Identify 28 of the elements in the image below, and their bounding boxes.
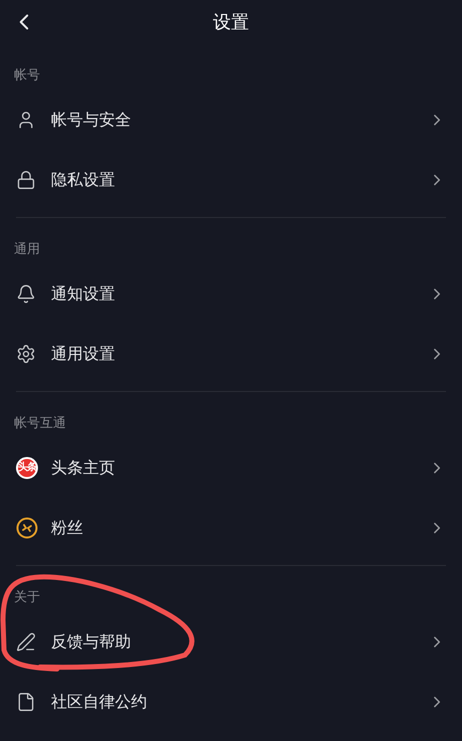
- settings-row[interactable]: 通知设置: [0, 264, 462, 324]
- settings-row[interactable]: 隐私设置: [0, 150, 462, 210]
- section-label: 帐号互通: [14, 416, 67, 432]
- settings-row[interactable]: 反馈与帮助: [0, 612, 462, 672]
- section-label: 通用: [14, 242, 41, 258]
- settings-row[interactable]: 社区自律公约: [0, 672, 462, 732]
- row-label: 帐号与安全: [51, 109, 132, 131]
- settings-row[interactable]: 粉丝: [0, 498, 462, 558]
- settings-row[interactable]: 帐号与安全: [0, 90, 462, 150]
- file-icon: [16, 692, 36, 712]
- fan-badge-icon: [16, 517, 38, 539]
- row-label: 隐私设置: [51, 169, 116, 191]
- row-label: 通知设置: [51, 283, 116, 305]
- lock-icon: [16, 170, 36, 190]
- logo-icon: 头条: [16, 457, 38, 479]
- pen-icon: [16, 632, 36, 652]
- settings-row[interactable]: 头条 头条主页: [0, 438, 462, 498]
- row-label: 头条主页: [51, 457, 116, 479]
- row-label: 反馈与帮助: [51, 631, 132, 653]
- section-label: 关于: [14, 590, 41, 606]
- bell-icon: [16, 284, 36, 304]
- row-label: 粉丝: [51, 517, 84, 539]
- page-title: 设置: [213, 10, 249, 34]
- row-label: 通用设置: [51, 343, 116, 365]
- section-label: 帐号: [14, 68, 41, 84]
- row-label: 社区自律公约: [51, 691, 148, 713]
- settings-row[interactable]: 通用设置: [0, 324, 462, 384]
- settings-icon: [16, 344, 36, 364]
